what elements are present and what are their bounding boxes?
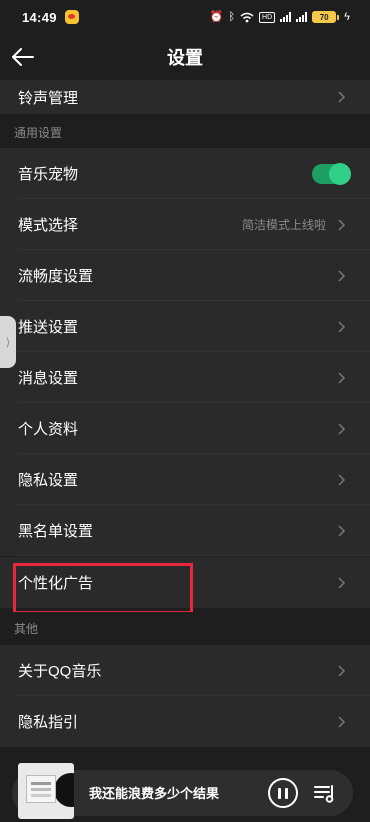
battery-icon: 70 — [312, 11, 340, 23]
chevron-right-icon — [338, 218, 348, 232]
back-button[interactable] — [8, 42, 38, 72]
page-title: 设置 — [167, 48, 203, 68]
row-label: 黑名单设置 — [18, 523, 94, 540]
wifi-icon — [240, 12, 254, 22]
weibo-notification-icon — [64, 10, 79, 24]
toggle-knob — [329, 162, 351, 185]
settings-row-blacklist[interactable]: 黑名单设置 — [0, 505, 370, 556]
chevron-right-icon — [338, 576, 348, 590]
chevron-right-icon — [338, 90, 348, 104]
chevron-right-icon — [338, 473, 348, 487]
pause-icon — [278, 787, 281, 799]
playlist-icon — [314, 785, 334, 803]
status-bar: 14:49 ⏰ ᛒ HD 70 ϟ — [0, 0, 370, 34]
row-label: 个性化广告 — [18, 575, 94, 592]
battery-level: 70 — [312, 11, 337, 23]
signal-icon-2 — [296, 12, 308, 22]
alarm-icon: ⏰ — [209, 10, 224, 23]
pause-button[interactable] — [268, 778, 298, 808]
chevron-right-icon — [338, 320, 348, 334]
settings-row-smoothness[interactable]: 流畅度设置 — [0, 250, 370, 301]
row-label: 关于QQ音乐 — [18, 663, 102, 680]
row-value: 简洁模式上线啦 — [241, 218, 326, 232]
mini-player[interactable]: 我还能浪费多少个结果 — [12, 763, 353, 819]
album-cover[interactable] — [18, 763, 74, 819]
chevron-right-icon — [338, 524, 348, 538]
hd-badge: HD — [259, 11, 276, 23]
settings-row-mode[interactable]: 模式选择 简洁模式上线啦 — [0, 199, 370, 250]
row-label: 音乐宠物 — [18, 166, 79, 183]
row-label: 铃声管理 — [18, 89, 79, 107]
settings-row-ringtone[interactable]: 铃声管理 — [0, 80, 370, 114]
chevron-right-icon — [338, 715, 348, 729]
vinyl-disc-icon — [54, 773, 74, 807]
charging-icon: ϟ — [344, 10, 350, 23]
section-header-general: 通用设置 — [0, 116, 370, 148]
row-label: 推送设置 — [18, 319, 79, 336]
row-label: 流畅度设置 — [18, 268, 94, 285]
signal-icon-1 — [280, 12, 292, 22]
side-drawer-handle[interactable]: ⟩ — [0, 316, 16, 368]
chevron-right-icon: ⟩ — [5, 336, 11, 349]
row-label: 模式选择 — [18, 217, 79, 234]
song-title: 我还能浪费多少个结果 — [89, 786, 220, 801]
chevron-right-icon — [338, 422, 348, 436]
settings-row-push[interactable]: 推送设置 — [0, 301, 370, 352]
playlist-button[interactable] — [312, 780, 338, 806]
page-header: 设置 — [0, 34, 370, 80]
settings-row-music-pet: 音乐宠物 — [0, 148, 370, 199]
row-label: 隐私指引 — [18, 714, 79, 731]
row-label: 消息设置 — [18, 370, 79, 387]
chevron-right-icon — [338, 664, 348, 678]
settings-row-message[interactable]: 消息设置 — [0, 352, 370, 403]
bluetooth-icon: ᛒ — [228, 10, 236, 23]
row-label: 个人资料 — [18, 421, 79, 438]
music-pet-toggle[interactable] — [312, 162, 351, 185]
arrow-left-icon — [12, 48, 34, 66]
album-art — [26, 775, 56, 803]
settings-row-profile[interactable]: 个人资料 — [0, 403, 370, 454]
chevron-right-icon — [338, 269, 348, 283]
status-icons: ⏰ ᛒ HD 70 ϟ — [210, 11, 350, 23]
settings-row-privacy-guide[interactable]: 隐私指引 — [0, 696, 370, 747]
status-time: 14:49 — [22, 9, 57, 25]
settings-row-personalized-ads[interactable]: 个性化广告 — [0, 557, 370, 608]
settings-row-privacy[interactable]: 隐私设置 — [0, 454, 370, 505]
row-label: 隐私设置 — [18, 472, 79, 489]
chevron-right-icon — [338, 371, 348, 385]
settings-row-about[interactable]: 关于QQ音乐 — [0, 645, 370, 696]
section-header-other: 其他 — [0, 612, 370, 644]
